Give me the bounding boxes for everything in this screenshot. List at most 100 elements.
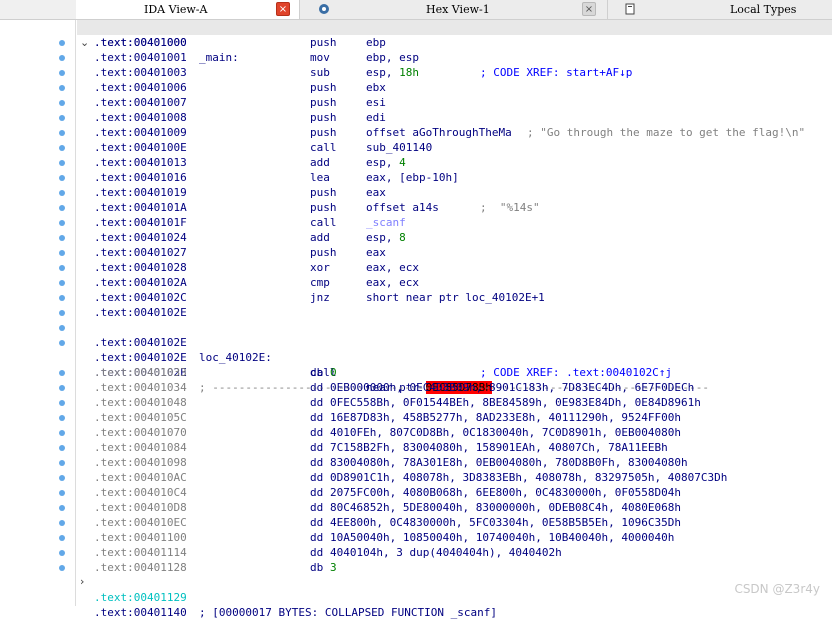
operand: esp, 4 xyxy=(366,155,406,170)
tab-local-types[interactable]: Local Types xyxy=(608,0,832,19)
address: .text:0040100E xyxy=(94,141,187,154)
code-row[interactable]: .text:00401006 push ebx xyxy=(0,80,832,95)
close-icon[interactable]: × xyxy=(276,2,290,16)
code-row[interactable]: .text:00401008 push edi xyxy=(0,110,832,125)
code-row[interactable]: .text:00401007 push esi xyxy=(0,95,832,110)
address: .text:00401000 xyxy=(94,36,187,49)
address: .text:0040102E xyxy=(94,306,187,319)
directive: db xyxy=(310,561,324,574)
data-row[interactable]: .text:00401100 dd 10A50040h, 10850040h, 10… xyxy=(0,530,832,545)
tab-hex-view-1[interactable]: Hex View-1 × xyxy=(300,0,608,19)
operand-text: eax, ecx xyxy=(366,276,419,289)
directive: dd xyxy=(310,546,324,559)
data-text: 2075FC00h, 4080B068h, 6EE800h, 0C4830000… xyxy=(330,486,681,499)
code-row[interactable]: .text:0040100E call sub_401140 xyxy=(0,140,832,155)
data-row[interactable]: .text:00401048 dd 0FEC558Bh, 0F01544BEh, 8… xyxy=(0,395,832,410)
data-row[interactable]: .text:00401034 dd 0EB000000h, 0EC4D8B09h, … xyxy=(0,380,832,395)
operand-text: esp, xyxy=(366,66,400,79)
call-bad-row[interactable]: .text:0040102E call near ptr 0EC85D78Bh xyxy=(0,335,832,394)
loc-label-row[interactable]: .text:0040102E loc_40102E: ; CODE XREF: … xyxy=(0,320,832,379)
data-row[interactable]: .text:00401114 dd 4040104h, 3 dup(4040404h… xyxy=(0,545,832,560)
comment: ; "%14s" xyxy=(480,201,540,214)
code-row[interactable]: .text:00401009 push offset aGoThroughTheMa… xyxy=(0,125,832,140)
mnemonic: add xyxy=(310,231,330,244)
address: .text:004010C4 xyxy=(94,486,187,499)
listing-header-row[interactable]: .text:00401000 _main: ; CODE XREF: start… xyxy=(0,20,832,79)
operand: esp, 18h xyxy=(366,65,419,80)
data-row[interactable]: .text:00401070 dd 4010FEh, 807C0D8Bh, 0C18… xyxy=(0,425,832,440)
local-types-icon xyxy=(625,3,635,15)
address: .text:00401114 xyxy=(94,546,187,559)
operand: ebx xyxy=(366,80,386,95)
code-row[interactable]: .text:0040102A cmp eax, ecx xyxy=(0,275,832,290)
code-row[interactable]: .text:0040101A push offset a14s ; "%14s" xyxy=(0,200,832,215)
expand-arrow-icon[interactable]: › xyxy=(80,574,84,589)
code-row[interactable]: .text:00401001 mov ebp, esp xyxy=(0,50,832,65)
code-row[interactable]: .text:00401016 lea eax, [ebp-10h] xyxy=(0,170,832,185)
directive: dd xyxy=(310,501,324,514)
address: .text:0040105C xyxy=(94,411,187,424)
data-row[interactable]: .text:004010EC dd 4EE800h, 0C4830000h, 5FC… xyxy=(0,515,832,530)
code-row[interactable]: .text:00401027 push eax xyxy=(0,245,832,260)
collapse-arrow-icon[interactable]: ⌄ xyxy=(80,35,89,50)
address: .text:00401098 xyxy=(94,456,187,469)
operand-text: sub_401140 xyxy=(366,141,433,154)
data-values: 4EE800h, 0C4830000h, 5FC03304h, 0E58B5B5… xyxy=(330,515,681,530)
tab-label: Local Types xyxy=(730,3,797,16)
data-values: 2075FC00h, 4080B068h, 6EE800h, 0C4830000… xyxy=(330,485,681,500)
collapsed-function-row[interactable]: .text:00401129 ; [00000017 BYTES: COLLAP… xyxy=(0,575,832,619)
operand: eax xyxy=(366,245,386,260)
code-row[interactable]: .text:00401013 add esp, 4 xyxy=(0,155,832,170)
mnemonic: push xyxy=(310,81,337,94)
code-row[interactable]: .text:00401000 push ebp xyxy=(0,35,832,50)
code-row[interactable]: .text:00401028 xor eax, ecx xyxy=(0,260,832,275)
code-row[interactable]: .text:0040102E xyxy=(0,305,832,320)
operand-text: ebx xyxy=(366,81,386,94)
mnemonic: xor xyxy=(310,261,330,274)
address: .text:00401024 xyxy=(94,231,187,244)
immediate-value: 18h xyxy=(399,66,419,79)
operand: _scanf xyxy=(366,215,406,230)
code-row[interactable]: .text:0040102C jnz short near ptr loc_4010… xyxy=(0,290,832,305)
operand: ebp xyxy=(366,35,386,50)
mnemonic: push xyxy=(310,126,337,139)
collapsed-function[interactable]: ; [00000017 BYTES: COLLAPSED FUNCTION _s… xyxy=(199,605,497,620)
data-row[interactable]: .text:004010AC dd 0D8901C1h, 408078h, 3D83… xyxy=(0,470,832,485)
close-icon[interactable]: × xyxy=(582,2,596,16)
address: .text:004010D8 xyxy=(94,501,187,514)
data-text: 4010FEh, 807C0D8Bh, 0C1830040h, 7C0D8901… xyxy=(330,426,681,439)
mnemonic: push xyxy=(310,246,337,259)
function-ref[interactable]: _scanf xyxy=(366,216,406,229)
operand: edi xyxy=(366,110,386,125)
operand-text: eax xyxy=(366,246,386,259)
data-values: 80C46852h, 5DE80040h, 83000000h, 0DEB08C… xyxy=(330,500,681,515)
disassembly-listing[interactable]: .text:00401000 _main: ; CODE XREF: start… xyxy=(0,20,832,619)
data-values: 10A50040h, 10850040h, 10740040h, 10B4004… xyxy=(330,530,674,545)
last-row[interactable]: .text:00401140 xyxy=(0,590,832,619)
data-row[interactable]: .text:004010D8 dd 80C46852h, 5DE80040h, 83… xyxy=(0,500,832,515)
data-number: 0 xyxy=(330,366,337,379)
mnemonic: push xyxy=(310,36,337,49)
address: .text:00401013 xyxy=(94,156,187,169)
code-row[interactable]: .text:00401024 add esp, 8 xyxy=(0,230,832,245)
address: .text:004010EC xyxy=(94,516,187,529)
mnemonic: jnz xyxy=(310,291,330,304)
mnemonic: push xyxy=(310,111,337,124)
data-row[interactable]: .text:00401033 db 0 xyxy=(0,365,832,380)
code-row[interactable]: .text:00401003 sub esp, 18h xyxy=(0,65,832,80)
hex-view-icon xyxy=(319,4,329,14)
address: .text:00401048 xyxy=(94,396,187,409)
code-row[interactable]: .text:0040101F call _scanf xyxy=(0,215,832,230)
data-row[interactable]: .text:00401084 dd 7C158B2Fh, 83004080h, 15… xyxy=(0,440,832,455)
address: .text:0040102C xyxy=(94,291,187,304)
tab-ida-view-a[interactable]: IDA View-A × xyxy=(76,0,300,19)
address: .text:00401070 xyxy=(94,426,187,439)
data-row[interactable]: .text:004010C4 dd 2075FC00h, 4080B068h, 6E… xyxy=(0,485,832,500)
code-row[interactable]: .text:00401019 push eax xyxy=(0,185,832,200)
data-values: 83004080h, 78A301E8h, 0EB004080h, 780D8B… xyxy=(330,455,688,470)
data-row[interactable]: .text:00401128 db 3 xyxy=(0,560,832,575)
data-row[interactable]: .text:00401098 dd 83004080h, 78A301E8h, 0E… xyxy=(0,455,832,470)
data-row[interactable]: .text:0040105C dd 16E87D83h, 458B5277h, 8A… xyxy=(0,410,832,425)
address: .text:00401001 xyxy=(94,51,187,64)
operand: offset a14s xyxy=(366,200,439,215)
